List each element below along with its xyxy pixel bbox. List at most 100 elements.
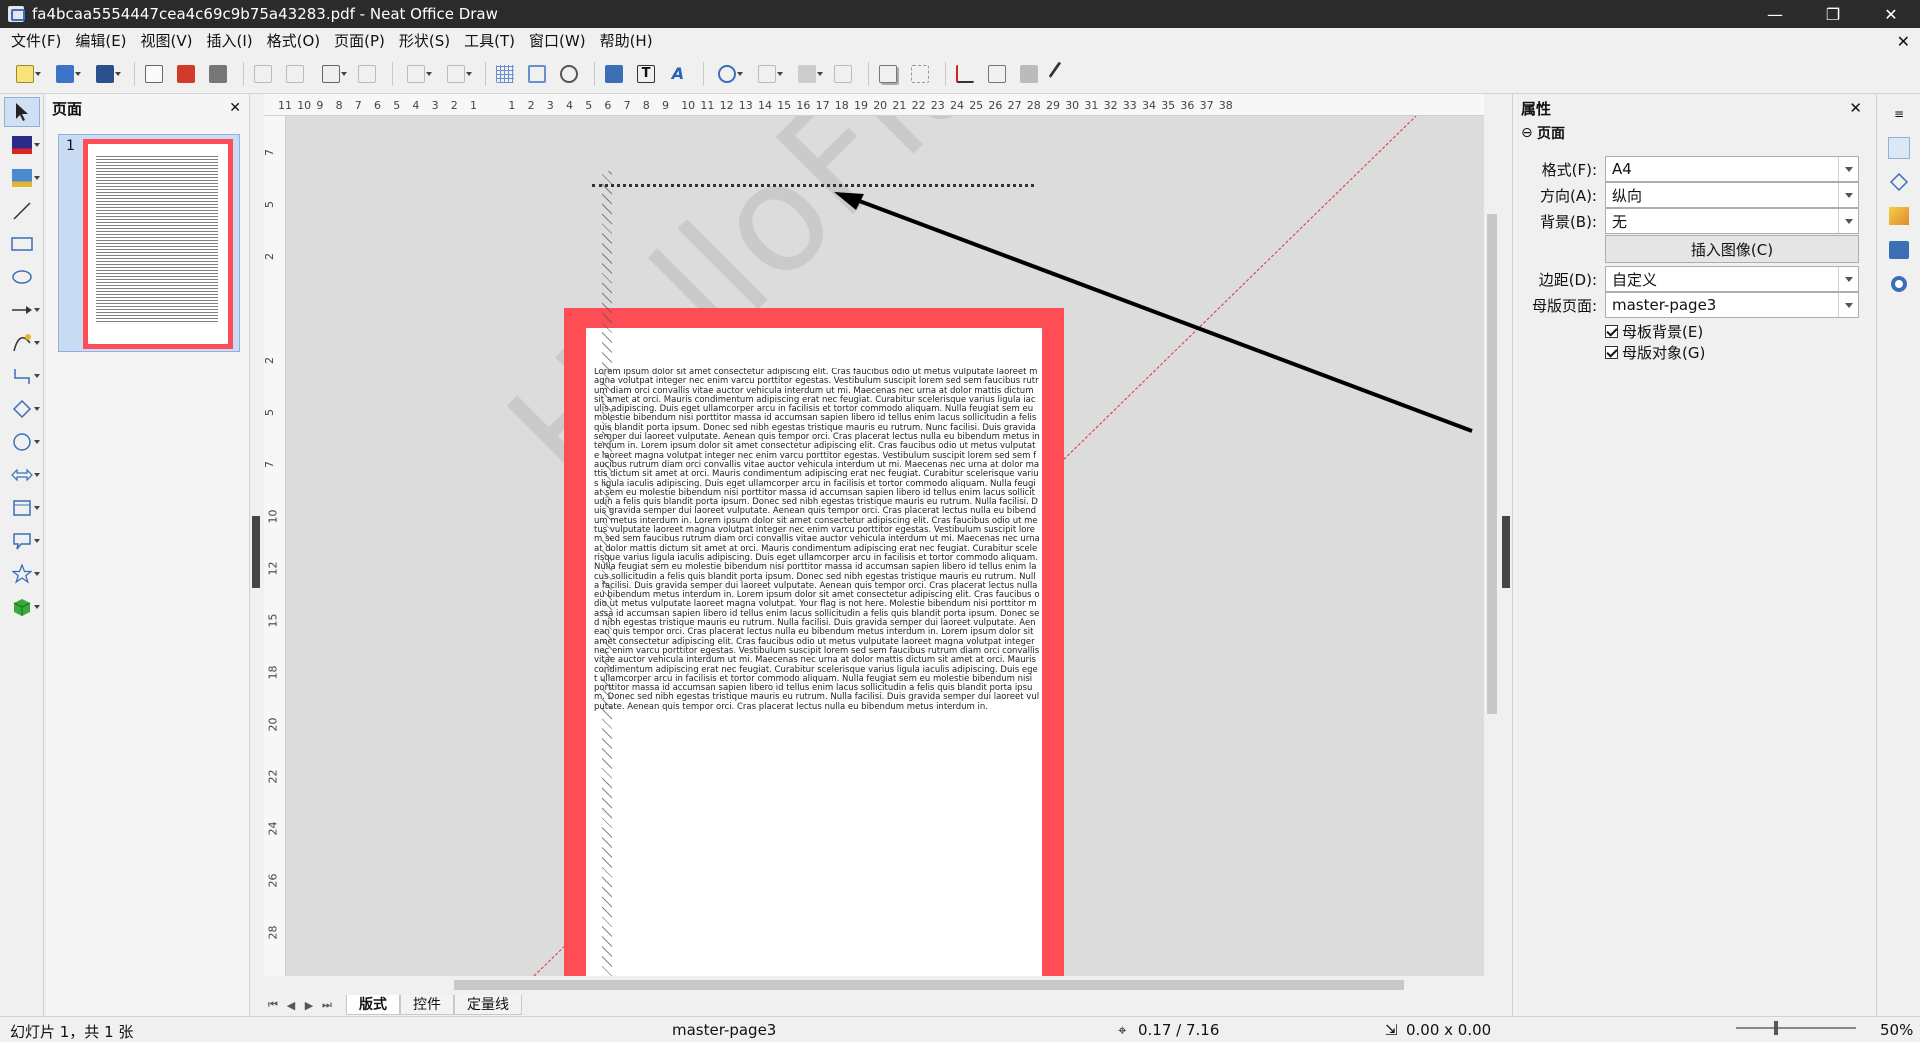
arrange-button[interactable]: [790, 61, 824, 87]
grid-button[interactable]: [492, 61, 518, 87]
symbol-shapes-tool[interactable]: [4, 427, 40, 457]
vertical-scrollbar[interactable]: [1484, 94, 1500, 976]
zoom-button[interactable]: [556, 61, 582, 87]
menu-file[interactable]: 文件(F): [4, 28, 68, 54]
insert-image-button[interactable]: [601, 61, 627, 87]
points-button[interactable]: [952, 61, 978, 87]
cut-button[interactable]: [250, 61, 276, 87]
draw-function-button[interactable]: [1048, 60, 1074, 87]
tab-nav-prev-icon[interactable]: ◀: [282, 999, 300, 1012]
glue-button[interactable]: [984, 61, 1010, 87]
page-thumbnail[interactable]: [83, 139, 233, 349]
print-button[interactable]: [205, 61, 231, 87]
export-button[interactable]: [141, 61, 167, 87]
zoom-slider[interactable]: [1736, 1027, 1856, 1029]
shadow-button[interactable]: [875, 61, 901, 87]
rotate-button[interactable]: [710, 61, 744, 87]
close-document-icon[interactable]: ✕: [1897, 32, 1910, 51]
minimize-button[interactable]: —: [1746, 0, 1804, 28]
sidebar-collapse-handle[interactable]: [1502, 516, 1510, 588]
save-button[interactable]: [88, 61, 122, 87]
zoom-slider-handle[interactable]: [1774, 1021, 1778, 1035]
horizontal-scroll-thumb[interactable]: [454, 980, 1404, 990]
tab-controls[interactable]: 控件: [400, 995, 454, 1015]
tab-dimension-lines[interactable]: 定量线: [454, 995, 522, 1015]
close-button[interactable]: ✕: [1862, 0, 1920, 28]
horizontal-ruler[interactable]: 11 10 9 8 7 6 5 4 3 2 1 1 2 3 4 5 6 7 8 9 10 11 12 13 14 15 16 17 18…: [264, 94, 1494, 116]
status-bar: 幻灯片 1，共 1 张 master-page3 ⌖ 0.17 / 7.16 ⇲…: [0, 1016, 1920, 1042]
copy-button[interactable]: [282, 61, 308, 87]
insert-image-button[interactable]: 插入图像(C): [1605, 235, 1859, 263]
new-button[interactable]: [8, 61, 42, 87]
menu-insert[interactable]: 插入(I): [200, 28, 260, 54]
page-thumbnail-item[interactable]: 1: [58, 134, 240, 352]
sidebar-styles-button[interactable]: [1885, 202, 1913, 230]
margin-select[interactable]: 自定义: [1605, 266, 1859, 292]
menu-tools[interactable]: 工具(T): [457, 28, 522, 54]
export-pdf-button[interactable]: [173, 61, 199, 87]
connector-tool[interactable]: [4, 361, 40, 391]
zoom-level[interactable]: 50%: [1880, 1021, 1913, 1039]
orientation-select[interactable]: 纵向: [1605, 182, 1859, 208]
crop-button[interactable]: [907, 61, 933, 87]
line-tool[interactable]: [4, 196, 40, 226]
3d-toggle-button[interactable]: [1016, 61, 1042, 87]
clone-format-button[interactable]: [354, 61, 380, 87]
align-button[interactable]: [750, 61, 784, 87]
sidebar-gallery-button[interactable]: [1885, 236, 1913, 264]
collapse-icon: ⊖: [1521, 125, 1533, 141]
master-objects-checkbox[interactable]: 母版对象(G): [1605, 342, 1705, 363]
select-tool[interactable]: [4, 97, 40, 127]
pages-panel-close-icon[interactable]: ✕: [229, 100, 241, 116]
callout-icon: [13, 533, 31, 550]
sidebar-navigator-button[interactable]: [1885, 270, 1913, 298]
vertical-ruler[interactable]: 7 5 2 2 5 7 10 12 15 18 20 22 24 26 28: [263, 116, 286, 976]
printer-icon: [209, 64, 227, 83]
3d-objects-tool[interactable]: [4, 592, 40, 622]
menu-edit[interactable]: 编辑(E): [68, 28, 133, 54]
tab-layout[interactable]: 版式: [346, 995, 400, 1015]
rectangle-tool[interactable]: [4, 229, 40, 259]
vertical-scroll-thumb[interactable]: [1487, 214, 1497, 714]
ellipse-tool[interactable]: [4, 262, 40, 292]
fontwork-button[interactable]: A: [665, 61, 691, 87]
redo-button[interactable]: [439, 61, 473, 87]
menu-shape[interactable]: 形状(S): [392, 28, 457, 54]
block-arrows-tool[interactable]: [4, 460, 40, 490]
menu-view[interactable]: 视图(V): [134, 28, 200, 54]
curve-tool[interactable]: [4, 328, 40, 358]
undo-button[interactable]: [399, 61, 433, 87]
tab-nav-next-icon[interactable]: ▶: [300, 999, 318, 1012]
insert-textbox-button[interactable]: T: [633, 61, 659, 87]
sidebar-shapes-button[interactable]: [1885, 168, 1913, 196]
background-select[interactable]: 无: [1605, 208, 1859, 234]
line-color-tool[interactable]: [4, 130, 40, 160]
menu-window[interactable]: 窗口(W): [522, 28, 593, 54]
distribute-button[interactable]: [830, 61, 856, 87]
arrow-line-tool[interactable]: [4, 295, 40, 325]
properties-close-icon[interactable]: ✕: [1849, 99, 1862, 117]
tab-nav-last-icon[interactable]: ⏭: [318, 998, 336, 1012]
basic-shapes-tool[interactable]: [4, 394, 40, 424]
horizontal-scrollbar[interactable]: [264, 976, 1500, 994]
pages-pane-collapse-handle[interactable]: [252, 516, 260, 588]
ruler-tick-label: 14: [758, 99, 772, 112]
sidebar-properties-button[interactable]: [1885, 134, 1913, 162]
sidebar-menu-button[interactable]: ≡: [1885, 100, 1913, 128]
paste-button[interactable]: [314, 61, 348, 87]
drawing-canvas[interactable]: HelloFlagHe Lorem ipsum dolor sit amet c…: [286, 116, 1484, 976]
format-select[interactable]: A4: [1605, 156, 1859, 182]
menu-help[interactable]: 帮助(H): [593, 28, 660, 54]
fill-color-tool[interactable]: [4, 163, 40, 193]
menu-page[interactable]: 页面(P): [327, 28, 392, 54]
flowchart-tool[interactable]: [4, 493, 40, 523]
master-page-select[interactable]: master-page3: [1605, 292, 1859, 318]
helplines-button[interactable]: [524, 61, 550, 87]
open-button[interactable]: [48, 61, 82, 87]
callouts-tool[interactable]: [4, 526, 40, 556]
tab-nav-first-icon[interactable]: ⏮: [264, 998, 282, 1012]
restore-button[interactable]: ❐: [1804, 0, 1862, 28]
stars-tool[interactable]: [4, 559, 40, 589]
menu-format[interactable]: 格式(O): [260, 28, 328, 54]
page-section-header[interactable]: ⊖ 页面: [1513, 122, 1874, 144]
